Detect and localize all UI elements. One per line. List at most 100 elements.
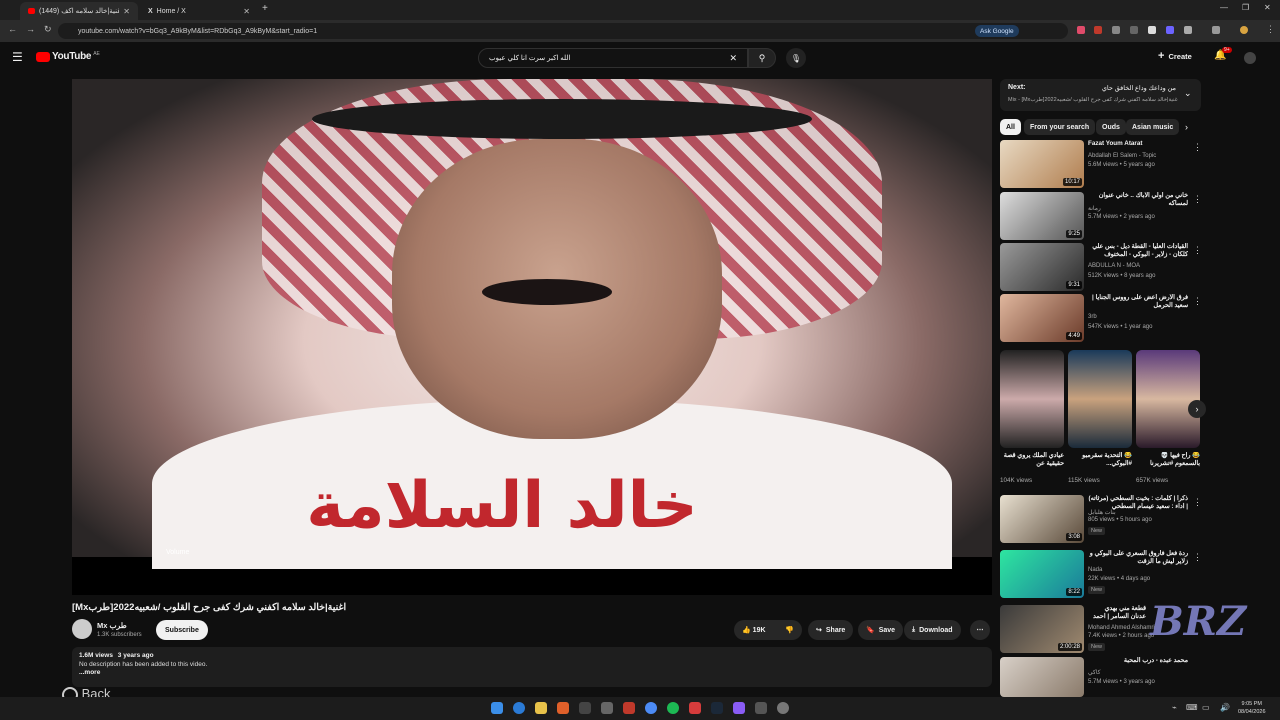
- shorts-thumbnail[interactable]: [1000, 350, 1064, 448]
- video-item-channel: 3rb: [1088, 314, 1097, 320]
- close-icon[interactable]: ✕: [243, 7, 250, 16]
- chip-label: Ouds: [1102, 123, 1120, 131]
- app-icon[interactable]: [623, 702, 635, 714]
- search-button[interactable]: ⚲: [748, 48, 776, 68]
- url-field[interactable]: youtube.com/watch?v=bGq3_A9kByM&list=RDb…: [58, 23, 1068, 39]
- extension-icon[interactable]: [1166, 26, 1174, 34]
- menu-icon[interactable]: ⋮: [1266, 24, 1275, 35]
- list-item[interactable]: 9:31 القيادات العليا - القطة ديل - بس عل…: [1000, 243, 1205, 293]
- youtube-logo[interactable]: YouTube AE: [36, 51, 100, 62]
- extension-icon[interactable]: [1077, 26, 1085, 34]
- steam-icon[interactable]: [711, 702, 723, 714]
- app-icon[interactable]: [689, 702, 701, 714]
- chrome-icon[interactable]: [645, 702, 657, 714]
- minimize-button[interactable]: —: [1220, 3, 1228, 12]
- channel-avatar[interactable]: [72, 619, 92, 639]
- download-icon[interactable]: [1212, 26, 1220, 34]
- clock[interactable]: 9:05 PM 08/04/2026: [1238, 700, 1266, 716]
- voice-search-button[interactable]: 🎙: [786, 48, 806, 68]
- battery-icon[interactable]: ▭: [1202, 703, 1210, 712]
- edge-icon[interactable]: [513, 702, 525, 714]
- list-item[interactable]: 8:22 ردة فعل فاروق السعري على البوكي و ز…: [1000, 550, 1205, 602]
- extension-icon[interactable]: [1094, 26, 1102, 34]
- volume-icon[interactable]: 🔊: [1220, 703, 1230, 712]
- chip-ouds[interactable]: Ouds: [1096, 119, 1126, 135]
- extension-icon[interactable]: [1184, 26, 1192, 34]
- tab-x[interactable]: X Home / X ✕: [140, 2, 258, 20]
- plus-icon: +: [1158, 50, 1165, 62]
- account-avatar[interactable]: [1244, 52, 1256, 64]
- list-item[interactable]: 3:08 ذكرا | كلمات : بخيت السطحي (مرثاته)…: [1000, 495, 1205, 547]
- more-vertical-icon[interactable]: ⋮: [1193, 142, 1202, 153]
- video-player[interactable]: خالد السلامة Volume: [72, 79, 992, 595]
- spotify-icon[interactable]: [667, 702, 679, 714]
- description-box[interactable]: 1.6M views 3 years ago No description ha…: [72, 647, 992, 687]
- chevron-right-icon[interactable]: ›: [1185, 122, 1188, 132]
- brave-icon[interactable]: [557, 702, 569, 714]
- channel-name[interactable]: Mx طرب: [97, 621, 127, 630]
- chevron-down-icon[interactable]: ⌄: [1184, 88, 1192, 99]
- extension-icon[interactable]: [1130, 26, 1138, 34]
- video-title: [Mxطرب]اغنية|خالد سلامه اكفني شرك كفى جر…: [72, 602, 347, 613]
- maximize-button[interactable]: ❐: [1242, 3, 1249, 12]
- create-button[interactable]: + Create: [1158, 50, 1192, 62]
- bookmark-icon: 🔖: [866, 627, 875, 634]
- list-item[interactable]: 9:25 خاني من اولي الاباك .. خاني عنوان ل…: [1000, 192, 1205, 242]
- tab-youtube[interactable]: (1449) اغنية|خالد سلامه اكف... ✕: [20, 2, 138, 20]
- download-button[interactable]: ⤓ Download: [904, 620, 961, 640]
- start-icon[interactable]: [491, 702, 503, 714]
- dislike-button[interactable]: 👎: [785, 626, 794, 634]
- more-actions-button[interactable]: ⋯: [970, 620, 990, 640]
- app-icon[interactable]: [601, 702, 613, 714]
- chip-all[interactable]: All: [1000, 119, 1021, 135]
- more-vertical-icon[interactable]: ⋮: [1193, 552, 1202, 563]
- show-more-link[interactable]: ...more: [79, 669, 985, 676]
- close-window-button[interactable]: ✕: [1264, 3, 1271, 12]
- tab-title: (1449) اغنية|خالد سلامه اكف...: [39, 8, 119, 15]
- app-icon[interactable]: [755, 702, 767, 714]
- more-vertical-icon[interactable]: ⋮: [1193, 245, 1202, 256]
- list-item[interactable]: 10:17 Fazat Youm Atarat Abdallah El Sale…: [1000, 140, 1205, 190]
- chip-asian-music[interactable]: Asian music: [1126, 119, 1180, 135]
- save-button[interactable]: 🔖 Save: [858, 620, 904, 640]
- video-item-stats: 5.6M views • 5 years ago: [1088, 162, 1155, 168]
- share-label: Share: [825, 626, 846, 634]
- subscribe-button[interactable]: Subscribe: [156, 620, 208, 640]
- reload-icon[interactable]: ↻: [44, 24, 52, 35]
- back-icon[interactable]: ←: [8, 24, 17, 34]
- hamburger-menu-icon[interactable]: ☰: [12, 50, 23, 64]
- more-vertical-icon[interactable]: ⋮: [1193, 497, 1202, 508]
- extension-icon[interactable]: [1148, 26, 1156, 34]
- profile-avatar[interactable]: [1240, 26, 1248, 34]
- forward-icon[interactable]: →: [26, 24, 35, 34]
- network-icon[interactable]: ⌁: [1172, 703, 1177, 712]
- clear-search-icon[interactable]: ✕: [729, 53, 737, 64]
- subscribe-label: Subscribe: [165, 626, 199, 634]
- video-item-channel: ABDULLA N - MOA: [1088, 263, 1141, 269]
- like-button[interactable]: 👍 19K: [742, 626, 766, 634]
- keyboard-icon[interactable]: ⌨: [1186, 703, 1198, 712]
- ask-google-button[interactable]: Ask Google: [975, 25, 1019, 37]
- new-tab-button[interactable]: +: [262, 3, 268, 14]
- discord-icon[interactable]: [733, 702, 745, 714]
- more-vertical-icon[interactable]: ⋮: [1193, 296, 1202, 307]
- app-icon[interactable]: [579, 702, 591, 714]
- shorts-title: 😂 التحدية سقرمبو #البوكي...: [1082, 452, 1132, 467]
- app-icon[interactable]: [777, 702, 789, 714]
- next-playlist-header[interactable]: Next: من وداعك وداع الخافق حاي Mix - [Mx…: [1000, 79, 1201, 111]
- video-thumbnail: 2:00:28: [1000, 605, 1084, 653]
- chip-from-your-search[interactable]: From your search: [1024, 119, 1096, 135]
- extension-icon[interactable]: [1112, 26, 1120, 34]
- more-vertical-icon[interactable]: ⋮: [1193, 194, 1202, 205]
- list-item[interactable]: 4:49 فرق الارض اعض على رووس الجنايا | سع…: [1000, 294, 1205, 344]
- search-input[interactable]: الله اكبر سرت انا كلي عيوب ✕: [478, 48, 748, 68]
- video-item-stats: 5.7M views • 2 years ago: [1088, 214, 1155, 220]
- notifications-button[interactable]: 🔔 9+: [1214, 47, 1232, 61]
- duration-badge: 8:22: [1066, 588, 1082, 596]
- file-explorer-icon[interactable]: [535, 702, 547, 714]
- shorts-next-button[interactable]: ›: [1188, 400, 1206, 418]
- shorts-thumbnail[interactable]: [1136, 350, 1200, 448]
- shorts-thumbnail[interactable]: [1068, 350, 1132, 448]
- share-button[interactable]: ↪ Share: [808, 620, 854, 640]
- close-icon[interactable]: ✕: [123, 7, 130, 16]
